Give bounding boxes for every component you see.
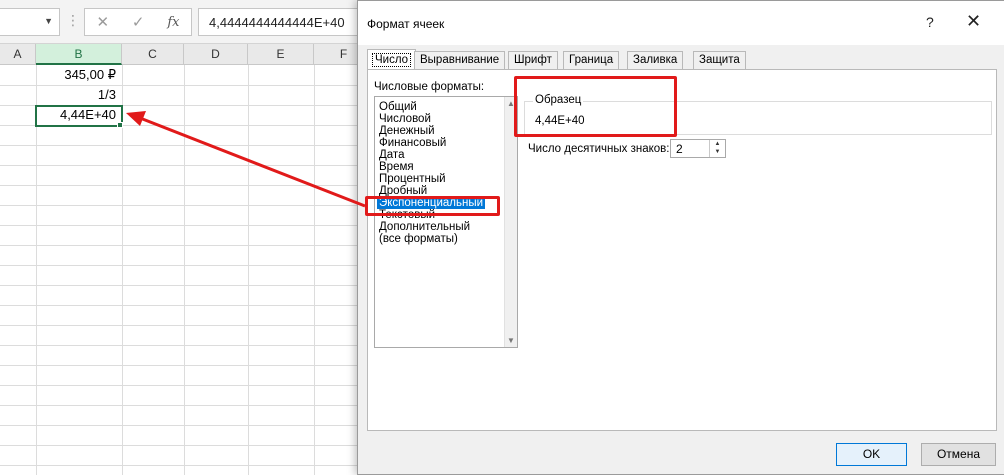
column-header-b[interactable]: B: [36, 44, 122, 65]
tab-border[interactable]: Граница: [563, 51, 620, 70]
tab-font[interactable]: Шрифт: [508, 51, 558, 70]
tab-alignment[interactable]: Выравнивание: [414, 51, 506, 70]
help-icon[interactable]: ?: [926, 14, 934, 30]
name-box[interactable]: ▼: [0, 8, 60, 36]
list-item[interactable]: Время: [377, 161, 416, 173]
drag-handle-icon[interactable]: ⋮: [66, 12, 80, 29]
list-item[interactable]: Дополнительный: [377, 221, 472, 233]
tab-fill[interactable]: Заливка: [627, 51, 684, 70]
tab-panel-number: Числовые форматы: Общий Числовой Денежны…: [367, 69, 997, 431]
list-item[interactable]: Процентный: [377, 173, 448, 185]
decrement-icon[interactable]: ▼: [710, 148, 725, 156]
formula-bar-buttons: ✕ ✓ fx: [84, 8, 192, 36]
chevron-down-icon[interactable]: ▼: [44, 16, 53, 26]
column-header-a[interactable]: A: [0, 44, 36, 65]
format-cells-dialog: Формат ячеек ? ✕ Число Выравнивание Шриф…: [357, 0, 1004, 475]
sheet-grid[interactable]: 345,00 ₽ 1/3 4,44E+40: [0, 65, 360, 475]
increment-icon[interactable]: ▲: [710, 140, 725, 148]
number-formats-label: Числовые форматы:: [374, 81, 485, 93]
annotation-box-format: [365, 196, 500, 216]
list-item[interactable]: Дата: [377, 149, 406, 161]
tab-protection[interactable]: Защита: [693, 51, 746, 70]
enter-icon[interactable]: ✓: [132, 13, 145, 31]
tab-number-label: Число: [371, 53, 412, 67]
decimal-places-stepper[interactable]: 2 ▲ ▼: [670, 139, 726, 158]
column-header-e[interactable]: E: [248, 44, 314, 65]
number-formats-list[interactable]: Общий Числовой Денежный Финансовый Дата …: [374, 96, 518, 348]
stepper-buttons: ▲ ▼: [709, 140, 725, 157]
insert-function-icon[interactable]: fx: [167, 15, 179, 30]
list-item[interactable]: Числовой: [377, 113, 433, 125]
dialog-titlebar: Формат ячеек ? ✕: [358, 1, 1004, 45]
decimal-places-label: Число десятичных знаков:: [528, 143, 670, 155]
cell-b3-active[interactable]: 4,44E+40: [35, 105, 123, 127]
cell-b1[interactable]: 345,00 ₽: [36, 65, 122, 85]
tab-number[interactable]: Число: [367, 49, 417, 71]
cancel-button[interactable]: Отмена: [921, 443, 996, 466]
annotation-box-sample: [514, 76, 677, 137]
fill-handle[interactable]: [117, 122, 123, 128]
column-header-d[interactable]: D: [184, 44, 248, 65]
close-icon[interactable]: ✕: [966, 11, 981, 32]
dialog-title: Формат ячеек: [367, 17, 445, 31]
list-item[interactable]: (все форматы): [377, 233, 460, 245]
ok-button[interactable]: OK: [836, 443, 907, 466]
cell-b2[interactable]: 1/3: [36, 85, 122, 105]
list-item[interactable]: Общий: [377, 101, 419, 113]
decimal-places-value[interactable]: 2: [676, 142, 683, 156]
cancel-icon[interactable]: ✕: [96, 13, 109, 31]
list-item[interactable]: Финансовый: [377, 137, 448, 149]
column-header-c[interactable]: C: [122, 44, 184, 65]
list-item[interactable]: Денежный: [377, 125, 437, 137]
scroll-down-icon[interactable]: ▼: [507, 336, 515, 345]
